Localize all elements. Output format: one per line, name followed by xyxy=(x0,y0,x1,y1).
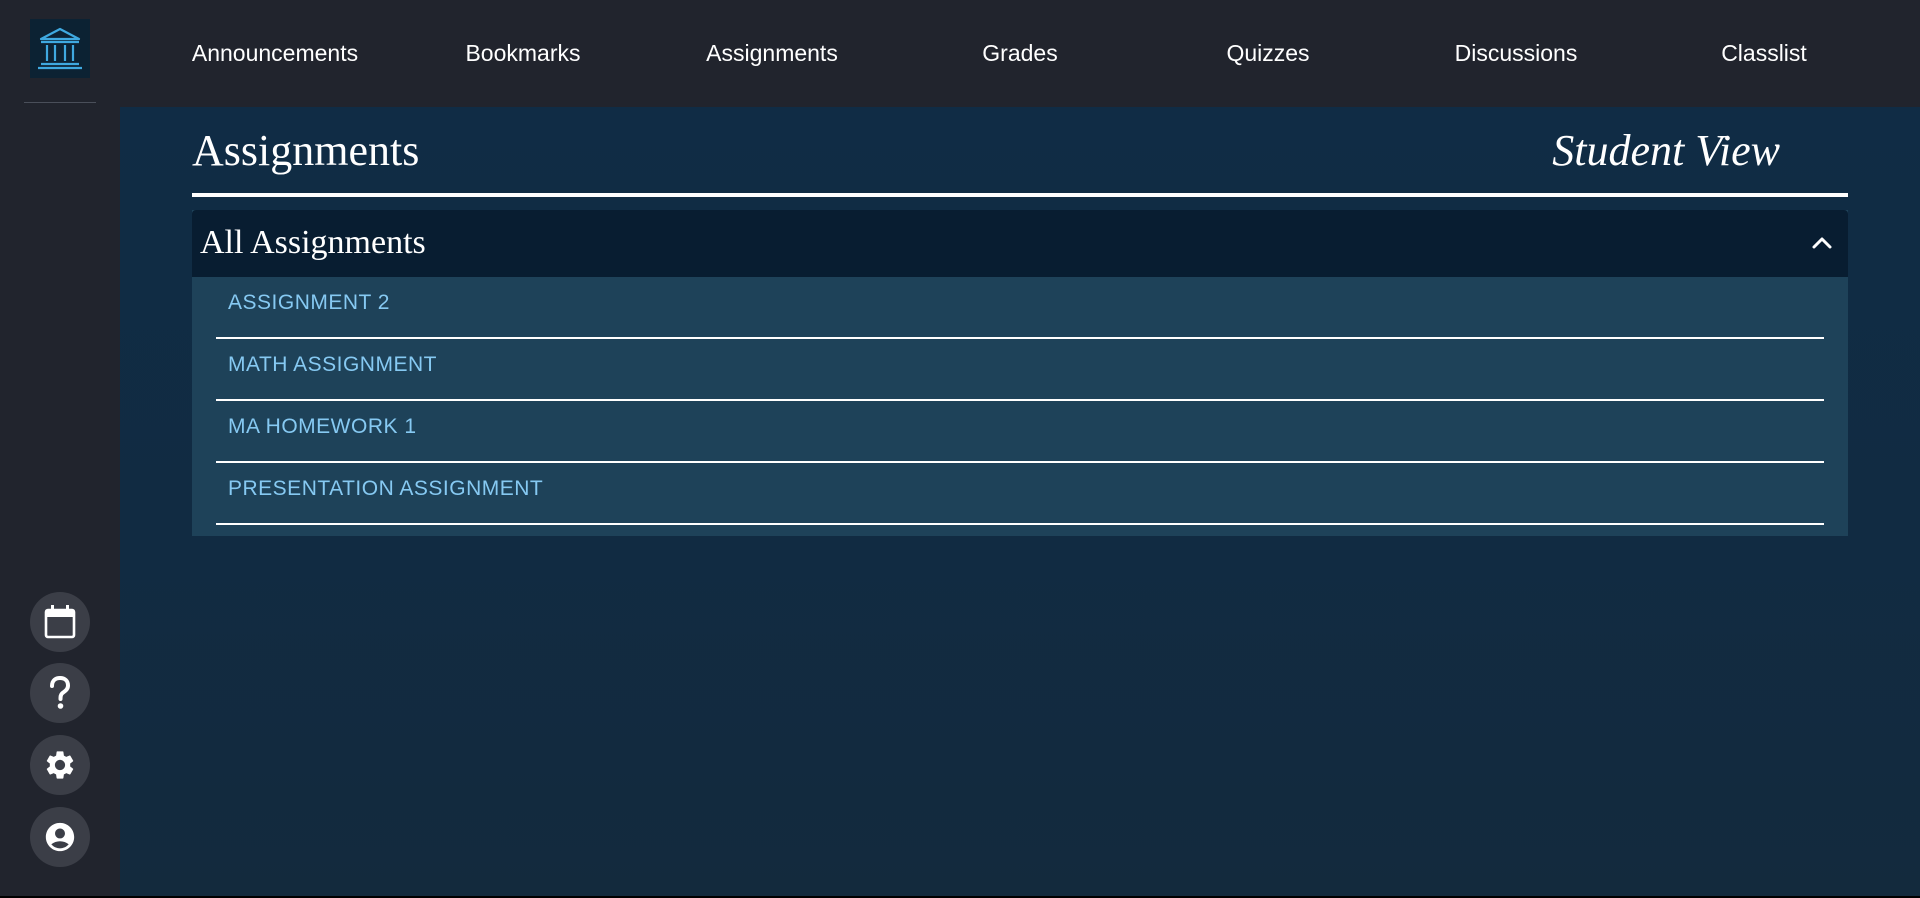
assignment-list: ASSIGNMENT 2 MATH ASSIGNMENT MA HOMEWORK… xyxy=(216,277,1824,525)
assignment-item[interactable]: ASSIGNMENT 2 xyxy=(216,277,1824,339)
profile-button[interactable] xyxy=(30,807,90,867)
main-content: Assignments Student View All Assignments… xyxy=(120,107,1920,897)
calendar-icon xyxy=(44,605,76,639)
sidebar xyxy=(0,0,120,898)
all-assignments-panel: All Assignments ASSIGNMENT 2 MATH ASSIGN… xyxy=(192,210,1848,536)
assignment-link[interactable]: PRESENTATION ASSIGNMENT xyxy=(228,477,543,501)
nav-classlist[interactable]: Classlist xyxy=(1664,0,1864,107)
sidebar-divider xyxy=(24,102,96,103)
panel-title: All Assignments xyxy=(200,224,426,261)
nav-bookmarks[interactable]: Bookmarks xyxy=(423,0,623,107)
help-button[interactable] xyxy=(30,663,90,723)
institution-icon xyxy=(38,27,82,69)
help-icon xyxy=(50,676,71,709)
nav-announcements[interactable]: Announcements xyxy=(175,0,375,107)
chevron-up-icon[interactable] xyxy=(1810,231,1834,255)
gear-icon xyxy=(46,751,74,779)
account-circle-icon xyxy=(45,822,75,852)
page-title: Assignments xyxy=(192,126,420,175)
assignment-item[interactable]: MA HOMEWORK 1 xyxy=(216,401,1824,463)
student-view-label: Student View xyxy=(1552,126,1780,175)
assignment-link[interactable]: ASSIGNMENT 2 xyxy=(228,291,390,315)
top-navigation: Announcements Bookmarks Assignments Grad… xyxy=(120,0,1920,107)
calendar-button[interactable] xyxy=(30,592,90,652)
nav-grades[interactable]: Grades xyxy=(920,0,1120,107)
nav-quizzes[interactable]: Quizzes xyxy=(1168,0,1368,107)
assignment-link[interactable]: MATH ASSIGNMENT xyxy=(228,353,437,377)
assignment-link[interactable]: MA HOMEWORK 1 xyxy=(228,415,417,439)
nav-assignments[interactable]: Assignments xyxy=(672,0,872,107)
home-logo[interactable] xyxy=(30,19,90,78)
nav-discussions[interactable]: Discussions xyxy=(1416,0,1616,107)
title-divider xyxy=(192,193,1848,197)
assignment-item[interactable]: PRESENTATION ASSIGNMENT xyxy=(216,463,1824,525)
settings-button[interactable] xyxy=(30,735,90,795)
panel-header-toggle[interactable]: All Assignments xyxy=(192,210,1848,277)
assignment-item[interactable]: MATH ASSIGNMENT xyxy=(216,339,1824,401)
